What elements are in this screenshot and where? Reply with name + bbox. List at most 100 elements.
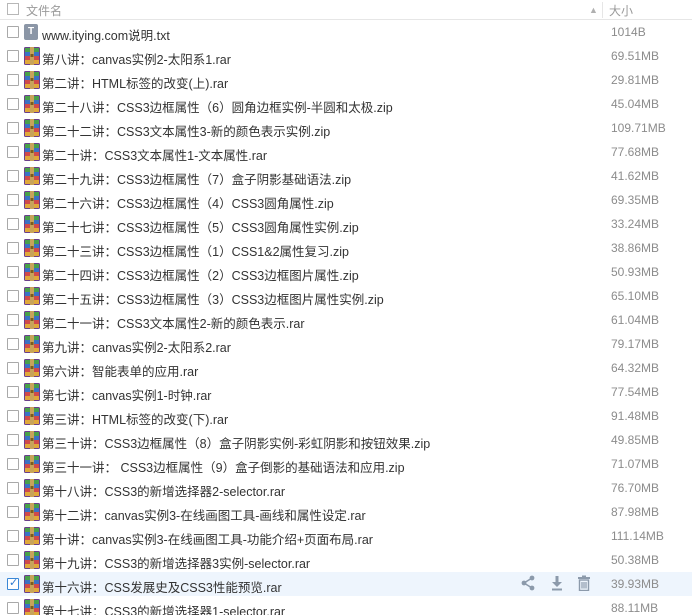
file-name[interactable]: www.itying.com说明.txt xyxy=(42,25,170,44)
file-size: 38.86MB xyxy=(611,241,660,255)
file-name[interactable]: 第十八讲：CSS3的新增选择器2-selector.rar xyxy=(42,481,285,500)
file-row[interactable]: ✓ 第十六讲：CSS发展史及CSS3性能预览.rar 39.93MB xyxy=(0,572,692,596)
file-row[interactable]: 第二十六讲：CSS3边框属性（4）CSS3圆角属性.zip 69.35MB xyxy=(0,188,692,212)
share-button[interactable] xyxy=(520,575,538,593)
file-size: 50.93MB xyxy=(611,265,660,279)
checkmark-icon: ✓ xyxy=(9,577,19,589)
file-checkbox[interactable] xyxy=(7,314,19,326)
file-row[interactable]: 第三十讲：CSS3边框属性（8）盒子阴影实例-彩虹阴影和按钮效果.zip 49.8… xyxy=(0,428,692,452)
file-row[interactable]: 第二十五讲：CSS3边框属性（3）CSS3边框图片属性实例.zip 65.10MB xyxy=(0,284,692,308)
file-checkbox[interactable] xyxy=(7,266,19,278)
archive-file-icon xyxy=(24,215,40,233)
file-checkbox[interactable] xyxy=(7,98,19,110)
file-name[interactable]: 第三十一讲： CSS3边框属性（9）盒子倒影的基础语法和应用.zip xyxy=(42,457,405,476)
file-checkbox[interactable] xyxy=(7,122,19,134)
file-row[interactable]: 第八讲：canvas实例2-太阳系1.rar 69.51MB xyxy=(0,44,692,68)
file-checkbox[interactable] xyxy=(7,218,19,230)
file-name[interactable]: 第十七讲：CSS3的新增选择器1-selector.rar xyxy=(42,601,285,615)
file-checkbox[interactable] xyxy=(7,434,19,446)
file-checkbox[interactable] xyxy=(7,146,19,158)
archive-file-icon xyxy=(24,479,40,497)
file-name[interactable]: 第三十讲：CSS3边框属性（8）盒子阴影实例-彩虹阴影和按钮效果.zip xyxy=(42,433,430,452)
select-all-checkbox[interactable] xyxy=(7,3,19,15)
file-row[interactable]: 第三讲：HTML标签的改变(下).rar 91.48MB xyxy=(0,404,692,428)
file-row[interactable]: 第十八讲：CSS3的新增选择器2-selector.rar 76.70MB xyxy=(0,476,692,500)
file-checkbox[interactable] xyxy=(7,290,19,302)
file-name[interactable]: 第八讲：canvas实例2-太阳系1.rar xyxy=(42,49,231,68)
file-size: 45.04MB xyxy=(611,97,660,111)
file-checkbox[interactable] xyxy=(7,74,19,86)
file-checkbox[interactable] xyxy=(7,530,19,542)
file-checkbox[interactable] xyxy=(7,242,19,254)
file-name[interactable]: 第十六讲：CSS发展史及CSS3性能预览.rar xyxy=(42,577,282,596)
delete-button[interactable] xyxy=(576,575,594,593)
file-row[interactable]: 第十讲：canvas实例3-在线画图工具-功能介绍+页面布局.rar 111.14… xyxy=(0,524,692,548)
file-name[interactable]: 第二十讲：CSS3文本属性1-文本属性.rar xyxy=(42,145,267,164)
file-checkbox[interactable] xyxy=(7,410,19,422)
file-size: 69.35MB xyxy=(611,193,660,207)
file-name[interactable]: 第七讲：canvas实例1-时钟.rar xyxy=(42,385,211,404)
file-row[interactable]: Twww.itying.com说明.txt 1014B xyxy=(0,20,692,44)
archive-file-icon xyxy=(24,71,40,89)
file-row[interactable]: 第二十二讲：CSS3文本属性3-新的颜色表示实例.zip 109.71MB xyxy=(0,116,692,140)
file-size: 1014B xyxy=(611,25,646,39)
file-row[interactable]: 第十七讲：CSS3的新增选择器1-selector.rar 88.11MB xyxy=(0,596,692,615)
file-name[interactable]: 第二十二讲：CSS3文本属性3-新的颜色表示实例.zip xyxy=(42,121,330,140)
file-checkbox[interactable] xyxy=(7,50,19,62)
file-row[interactable]: 第二十七讲：CSS3边框属性（5）CSS3圆角属性实例.zip 33.24MB xyxy=(0,212,692,236)
file-list-header: 文件名 ▲ 大小 xyxy=(0,0,692,20)
file-checkbox[interactable] xyxy=(7,338,19,350)
file-name[interactable]: 第十九讲：CSS3的新增选择器3实例-selector.rar xyxy=(42,553,310,572)
file-name[interactable]: 第二十六讲：CSS3边框属性（4）CSS3圆角属性.zip xyxy=(42,193,334,212)
file-checkbox[interactable] xyxy=(7,554,19,566)
column-divider[interactable] xyxy=(602,2,603,18)
file-row[interactable]: 第七讲：canvas实例1-时钟.rar 77.54MB xyxy=(0,380,692,404)
file-size: 39.93MB xyxy=(611,577,660,591)
file-size: 61.04MB xyxy=(611,313,660,327)
file-name[interactable]: 第二十四讲：CSS3边框属性（2）CSS3边框图片属性.zip xyxy=(42,265,359,284)
archive-file-icon xyxy=(24,575,40,593)
sort-chevron-up-icon[interactable]: ▲ xyxy=(589,1,599,19)
file-checkbox[interactable] xyxy=(7,386,19,398)
file-checkbox[interactable] xyxy=(7,458,19,470)
file-row[interactable]: 第二十一讲：CSS3文本属性2-新的颜色表示.rar 61.04MB xyxy=(0,308,692,332)
file-name[interactable]: 第十二讲：canvas实例3-在线画图工具-画线和属性设定.rar xyxy=(42,505,366,524)
file-name[interactable]: 第二十五讲：CSS3边框属性（3）CSS3边框图片属性实例.zip xyxy=(42,289,384,308)
file-name[interactable]: 第二讲：HTML标签的改变(上).rar xyxy=(42,73,228,92)
file-row[interactable]: 第二十三讲：CSS3边框属性（1）CSS1&2属性复习.zip 38.86MB xyxy=(0,236,692,260)
file-row[interactable]: 第六讲：智能表单的应用.rar 64.32MB xyxy=(0,356,692,380)
file-checkbox[interactable] xyxy=(7,194,19,206)
file-checkbox[interactable] xyxy=(7,170,19,182)
file-checkbox[interactable] xyxy=(7,26,19,38)
file-size: 77.68MB xyxy=(611,145,660,159)
file-row[interactable]: 第二十九讲：CSS3边框属性（7）盒子阴影基础语法.zip 41.62MB xyxy=(0,164,692,188)
column-header-filename[interactable]: 文件名 xyxy=(26,2,62,19)
file-checkbox[interactable] xyxy=(7,602,19,614)
file-name[interactable]: 第十讲：canvas实例3-在线画图工具-功能介绍+页面布局.rar xyxy=(42,529,373,548)
file-name[interactable]: 第三讲：HTML标签的改变(下).rar xyxy=(42,409,228,428)
file-name[interactable]: 第二十三讲：CSS3边框属性（1）CSS1&2属性复习.zip xyxy=(42,241,349,260)
column-header-size[interactable]: 大小 xyxy=(609,2,633,19)
file-name[interactable]: 第六讲：智能表单的应用.rar xyxy=(42,361,198,380)
file-name[interactable]: 第二十八讲：CSS3边框属性（6）圆角边框实例-半圆和太极.zip xyxy=(42,97,393,116)
file-row[interactable]: 第十九讲：CSS3的新增选择器3实例-selector.rar 50.38MB xyxy=(0,548,692,572)
file-row[interactable]: 第九讲：canvas实例2-太阳系2.rar 79.17MB xyxy=(0,332,692,356)
download-button[interactable] xyxy=(549,575,567,593)
file-checkbox[interactable] xyxy=(7,362,19,374)
file-row[interactable]: 第十二讲：canvas实例3-在线画图工具-画线和属性设定.rar 87.98MB xyxy=(0,500,692,524)
file-checkbox[interactable]: ✓ xyxy=(7,577,19,590)
archive-file-icon xyxy=(24,455,40,473)
file-checkbox[interactable] xyxy=(7,506,19,518)
file-row[interactable]: 第二讲：HTML标签的改变(上).rar 29.81MB xyxy=(0,68,692,92)
file-name[interactable]: 第二十七讲：CSS3边框属性（5）CSS3圆角属性实例.zip xyxy=(42,217,359,236)
file-name[interactable]: 第二十九讲：CSS3边框属性（7）盒子阴影基础语法.zip xyxy=(42,169,351,188)
file-row[interactable]: 第二十讲：CSS3文本属性1-文本属性.rar 77.68MB xyxy=(0,140,692,164)
file-row[interactable]: 第二十四讲：CSS3边框属性（2）CSS3边框图片属性.zip 50.93MB xyxy=(0,260,692,284)
file-name[interactable]: 第二十一讲：CSS3文本属性2-新的颜色表示.rar xyxy=(42,313,305,332)
archive-file-icon xyxy=(24,143,40,161)
file-name[interactable]: 第九讲：canvas实例2-太阳系2.rar xyxy=(42,337,231,356)
file-row[interactable]: 第三十一讲： CSS3边框属性（9）盒子倒影的基础语法和应用.zip 71.07M… xyxy=(0,452,692,476)
file-row[interactable]: 第二十八讲：CSS3边框属性（6）圆角边框实例-半圆和太极.zip 45.04MB xyxy=(0,92,692,116)
file-checkbox[interactable] xyxy=(7,482,19,494)
archive-file-icon xyxy=(24,383,40,401)
